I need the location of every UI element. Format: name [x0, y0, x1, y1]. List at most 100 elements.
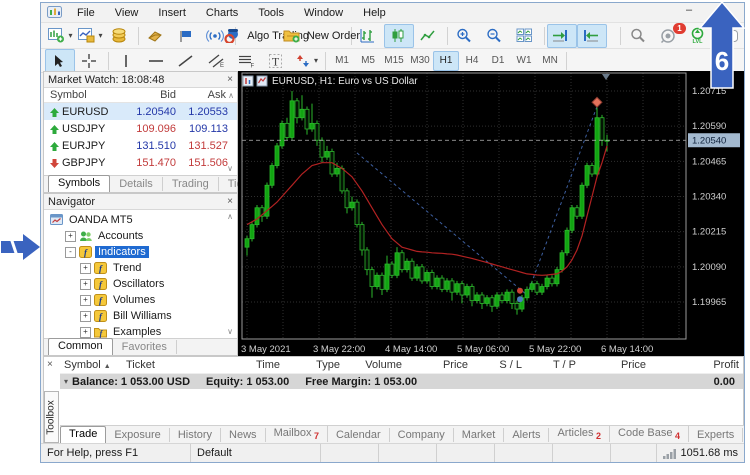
- crosshair-tool-button[interactable]: [75, 49, 105, 73]
- text-tool[interactable]: T: [262, 49, 292, 73]
- close-icon[interactable]: ×: [227, 74, 233, 85]
- market-watch-button[interactable]: [105, 24, 135, 48]
- fibonacci-tool[interactable]: F: [232, 49, 262, 73]
- timeframe-h1[interactable]: H1: [433, 51, 459, 71]
- tree-item-trend[interactable]: +fTrend: [44, 260, 237, 276]
- toolbox-tab-calendar[interactable]: Calendar: [328, 428, 390, 442]
- line-chart-button[interactable]: [414, 24, 444, 48]
- tree-item-bill-williams[interactable]: +fBill Williams: [44, 308, 237, 324]
- minimize-button[interactable]: –: [680, 5, 698, 18]
- column-bid[interactable]: Bid: [120, 89, 176, 101]
- tab-symbols[interactable]: Symbols: [48, 175, 110, 192]
- menu-item-view[interactable]: View: [105, 5, 149, 21]
- timeframe-w1[interactable]: W1: [511, 51, 537, 71]
- tree-item-indicators[interactable]: -fIndicators: [44, 244, 237, 260]
- chart-window[interactable]: 1.207151.205901.204651.203401.202151.200…: [238, 71, 744, 356]
- bar-chart-button[interactable]: [354, 24, 384, 48]
- toolbox-tab-journal[interactable]: Journal: [743, 428, 750, 442]
- timeframe-m30[interactable]: M30: [407, 51, 433, 71]
- tab-common[interactable]: Common: [48, 338, 113, 355]
- market-watch-row-gbpjpy[interactable]: GBPJPY151.470151.506: [44, 154, 237, 171]
- new-chart-button[interactable]: ▾: [45, 24, 75, 48]
- menu-item-charts[interactable]: Charts: [196, 5, 248, 21]
- scroll-up-icon[interactable]: ∧: [228, 91, 237, 100]
- toolbox-column-profit[interactable]: Profit: [650, 359, 743, 371]
- candlestick-chart[interactable]: 1.207151.205901.204651.203401.202151.200…: [238, 71, 744, 356]
- timeframe-mn[interactable]: MN: [537, 51, 563, 71]
- toolbox-tab-news[interactable]: News: [221, 428, 266, 442]
- navigator-button[interactable]: [172, 24, 202, 48]
- auto-scroll-button[interactable]: [547, 24, 577, 48]
- expand-icon[interactable]: +: [65, 231, 76, 242]
- expand-icon[interactable]: +: [80, 263, 91, 274]
- search-button[interactable]: [624, 24, 654, 48]
- trendline-tool[interactable]: [172, 49, 202, 73]
- collapse-icon[interactable]: -: [65, 247, 76, 258]
- balance-row[interactable]: ▾ Balance: 1 053.00 USD Equity: 1 053.00…: [60, 374, 743, 389]
- tile-windows-button[interactable]: [511, 24, 541, 48]
- notifications-button[interactable]: 1: [654, 24, 684, 48]
- expand-icon[interactable]: +: [80, 295, 91, 306]
- market-watch-row-usdjpy[interactable]: USDJPY109.096109.113: [44, 120, 237, 137]
- toolbox-tab-experts[interactable]: Experts: [689, 428, 743, 442]
- toolbox-column-type[interactable]: Type: [284, 359, 344, 371]
- toolbox-column-t-p[interactable]: T / P: [526, 359, 580, 371]
- toolbox-tab-exposure[interactable]: Exposure: [106, 428, 169, 442]
- timeframe-m1[interactable]: M1: [329, 51, 355, 71]
- toolbox-tab-company[interactable]: Company: [390, 428, 454, 442]
- data-window-button[interactable]: [142, 24, 172, 48]
- cursor-tool-button[interactable]: [45, 49, 75, 73]
- timeframe-m15[interactable]: M15: [381, 51, 407, 71]
- toolbox-column-symbol[interactable]: Symbol ▲: [60, 359, 122, 371]
- toolbox-vertical-tab[interactable]: Toolbox: [44, 391, 59, 443]
- chart-shift-marker[interactable]: [602, 74, 610, 80]
- tree-item-oanda-mt5[interactable]: OANDA MT5: [44, 212, 237, 228]
- new-order-button[interactable]: New Order: [295, 24, 348, 48]
- market-watch-row-eurjpy[interactable]: EURJPY131.510131.527: [44, 137, 237, 154]
- chevron-down-icon[interactable]: ▾: [69, 31, 73, 40]
- toolbox-tab-history[interactable]: History: [170, 428, 221, 442]
- menu-item-help[interactable]: Help: [353, 5, 396, 21]
- scroll-down-icon[interactable]: ∨: [227, 164, 236, 173]
- toolbox-tab-alerts[interactable]: Alerts: [504, 428, 549, 442]
- chevron-down-icon[interactable]: ▾: [314, 56, 318, 65]
- collapse-icon[interactable]: ▾: [64, 377, 68, 386]
- expand-icon[interactable]: +: [80, 327, 91, 338]
- scroll-down-icon[interactable]: ∨: [227, 327, 236, 336]
- timeframe-h4[interactable]: H4: [459, 51, 485, 71]
- toolbox-tab-code-base[interactable]: Code Base 4: [610, 426, 689, 442]
- expand-icon[interactable]: +: [80, 279, 91, 290]
- toolbox-column-volume[interactable]: Volume: [344, 359, 406, 371]
- horizontal-line-tool[interactable]: [142, 49, 172, 73]
- toolbox-column-time[interactable]: Time: [184, 359, 284, 371]
- vertical-line-tool[interactable]: [112, 49, 142, 73]
- market-watch-row-eurusd[interactable]: EURUSD1.205401.20553: [44, 103, 237, 120]
- column-symbol[interactable]: Symbol: [44, 89, 120, 101]
- toolbox-tab-mailbox[interactable]: Mailbox 7: [266, 426, 328, 442]
- toolbox-column-s-l[interactable]: S / L: [472, 359, 526, 371]
- menu-item-insert[interactable]: Insert: [148, 5, 196, 21]
- close-icon[interactable]: ×: [227, 196, 233, 207]
- menu-item-window[interactable]: Window: [294, 5, 353, 21]
- menu-item-tools[interactable]: Tools: [248, 5, 294, 21]
- tab-details[interactable]: Details: [110, 177, 163, 191]
- tree-item-oscillators[interactable]: +fOscillators: [44, 276, 237, 292]
- column-ask[interactable]: Ask: [176, 89, 226, 101]
- menu-item-file[interactable]: File: [67, 5, 105, 21]
- chart-shift-button[interactable]: [577, 24, 607, 48]
- toolbox-tab-market[interactable]: Market: [454, 428, 505, 442]
- tab-trading[interactable]: Trading: [163, 177, 219, 191]
- tree-item-volumes[interactable]: +fVolumes: [44, 292, 237, 308]
- close-icon[interactable]: ×: [47, 359, 53, 370]
- expand-icon[interactable]: +: [80, 311, 91, 322]
- tab-favorites[interactable]: Favorites: [113, 340, 177, 354]
- profiles-button[interactable]: ▾: [75, 24, 105, 48]
- scroll-up-icon[interactable]: ∧: [227, 212, 236, 221]
- toolbox-tab-trade[interactable]: Trade: [60, 426, 106, 443]
- arrows-tool[interactable]: ▾: [292, 49, 322, 73]
- chevron-down-icon[interactable]: ▾: [99, 31, 103, 40]
- timeframe-d1[interactable]: D1: [485, 51, 511, 71]
- candlestick-chart-button[interactable]: [384, 24, 414, 48]
- channel-tool[interactable]: E: [202, 49, 232, 73]
- toolbox-column-price[interactable]: Price: [580, 359, 650, 371]
